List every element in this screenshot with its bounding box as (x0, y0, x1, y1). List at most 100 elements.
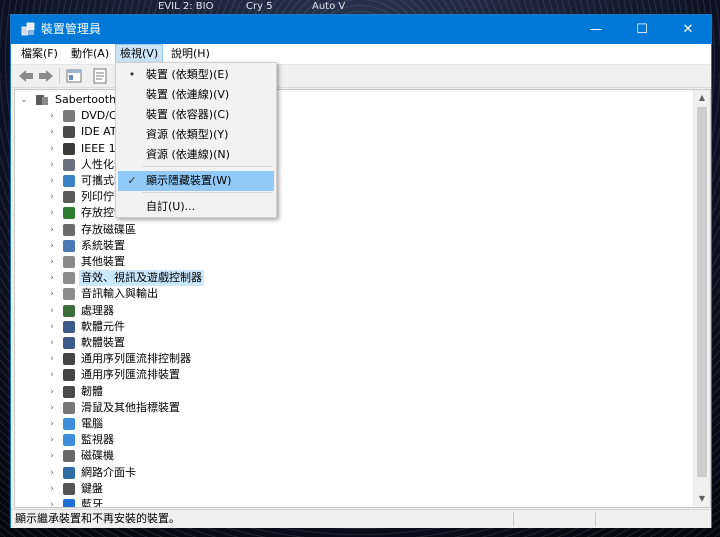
device-category-icon (63, 158, 75, 171)
chevron-right-icon[interactable]: › (47, 286, 57, 302)
chevron-right-icon[interactable]: › (47, 497, 57, 507)
device-category-icon (63, 304, 75, 317)
menu-separator (142, 192, 272, 193)
view-menu-item-label: 顯示隱藏裝置(W) (146, 174, 232, 187)
menu-help[interactable]: 說明(H) (167, 44, 214, 64)
device-category-icon (63, 126, 75, 139)
view-menu-item[interactable]: ✓ 顯示隱藏裝置(W) (118, 171, 274, 191)
chevron-right-icon[interactable]: › (47, 481, 57, 497)
device-category-icon (63, 418, 75, 430)
scroll-up-icon[interactable]: ▲ (694, 90, 710, 106)
device-category-icon (63, 256, 75, 268)
device-category-icon (63, 272, 75, 285)
tree-item-label: 通用序列匯流排控制器 (81, 352, 191, 366)
chevron-right-icon[interactable]: › (47, 222, 57, 238)
device-category-icon (63, 482, 75, 495)
radio-dot-icon: • (128, 68, 136, 81)
chevron-right-icon[interactable]: › (47, 448, 57, 464)
device-category-icon (63, 175, 75, 187)
device-category-icon (63, 401, 75, 414)
menu-view[interactable]: 檢視(V) (115, 44, 164, 64)
chevron-right-icon[interactable]: › (47, 367, 57, 383)
chevron-right-icon[interactable]: › (47, 205, 57, 221)
tree-item-label: 軟體元件 (81, 319, 125, 333)
view-menu-item[interactable]: 資源 (依連線)(N) (118, 145, 274, 165)
back-arrow-icon[interactable] (17, 67, 35, 85)
chevron-right-icon[interactable]: › (47, 432, 57, 448)
device-category-icon (63, 223, 75, 236)
chevron-right-icon[interactable]: › (47, 108, 57, 124)
chevron-right-icon[interactable]: › (47, 189, 57, 205)
chevron-right-icon[interactable]: › (47, 384, 57, 400)
close-button[interactable]: ✕ (665, 15, 711, 44)
chevron-right-icon[interactable]: › (47, 351, 57, 367)
vertical-scrollbar[interactable]: ▲ ▼ (693, 90, 710, 507)
properties-icon[interactable] (91, 67, 109, 85)
chevron-right-icon[interactable]: › (47, 465, 57, 481)
status-text: 顯示繼承裝置和不再安裝的裝置。 (15, 512, 180, 525)
device-category-icon (63, 369, 75, 382)
menu-separator (142, 166, 272, 167)
device-category-icon (63, 239, 75, 252)
tree-item-label: 鍵盤 (81, 481, 103, 495)
device-category-icon (63, 499, 75, 507)
forward-arrow-icon[interactable] (37, 67, 55, 85)
device-category-icon (63, 353, 75, 366)
status-separator (595, 512, 596, 526)
chevron-right-icon[interactable]: › (47, 124, 57, 140)
view-menu-item[interactable]: 裝置 (依容器)(C) (118, 105, 274, 125)
desktop-label-1: EVIL 2: BIO (158, 1, 214, 12)
toolbar-separator (59, 68, 60, 84)
view-menu-item[interactable]: • 裝置 (依類型)(E) (118, 65, 274, 85)
view-menu-item[interactable]: 自訂(U)... (118, 197, 274, 217)
tree-item-label: 存放磁碟區 (81, 222, 136, 236)
device-category-icon (63, 385, 75, 398)
tree-item-label: 處理器 (81, 303, 114, 317)
device-category-icon (63, 466, 75, 479)
tree-item-label: 韌體 (81, 384, 103, 398)
chevron-right-icon[interactable]: › (47, 416, 57, 432)
tree-item-label: 軟體裝置 (81, 336, 125, 349)
device-category-icon (63, 142, 75, 155)
tree-item-label: 監視器 (81, 433, 114, 447)
chevron-right-icon[interactable]: › (47, 173, 57, 189)
minimize-button[interactable]: — (573, 15, 619, 44)
chevron-right-icon[interactable]: › (47, 254, 57, 270)
device-category-icon (63, 434, 75, 447)
tree-item-label: 網路介面卡 (81, 465, 136, 479)
tree-item-label: 音效、視訊及遊戲控制器 (79, 270, 204, 287)
scroll-thumb[interactable] (697, 107, 707, 477)
window-title: 裝置管理員 (41, 22, 102, 36)
device-category-icon (63, 450, 75, 463)
title-bar[interactable]: 裝置管理員 — ☐ ✕ (11, 15, 711, 44)
tree-item-label: 電腦 (81, 417, 103, 430)
chevron-right-icon[interactable]: › (47, 270, 57, 286)
chevron-right-icon[interactable]: › (47, 157, 57, 173)
chevron-right-icon[interactable]: › (47, 141, 57, 157)
device-category-icon (63, 337, 75, 349)
view-menu-item-label: 裝置 (依連線)(V) (146, 88, 230, 101)
desktop-label-3: Auto V (312, 1, 346, 12)
status-bar: 顯示繼承裝置和不再安裝的裝置。 (11, 509, 711, 528)
menu-file[interactable]: 檔案(F) (17, 44, 62, 64)
tree-item-label: 磁碟機 (81, 449, 114, 463)
maximize-button[interactable]: ☐ (619, 15, 665, 44)
view-menu-item-label: 裝置 (依容器)(C) (146, 108, 230, 121)
chevron-right-icon[interactable]: › (47, 335, 57, 351)
console-tree-icon[interactable] (65, 67, 83, 85)
scroll-down-icon[interactable]: ▼ (694, 491, 710, 507)
menu-action[interactable]: 動作(A) (67, 44, 113, 64)
chevron-right-icon[interactable]: › (47, 319, 57, 335)
view-menu-item[interactable]: 裝置 (依連線)(V) (118, 85, 274, 105)
computer-icon (36, 95, 48, 105)
device-category-icon (63, 110, 75, 123)
chevron-down-icon[interactable]: ⌄ (19, 92, 29, 108)
chevron-right-icon[interactable]: › (47, 400, 57, 416)
view-menu-item[interactable]: 資源 (依類型)(Y) (118, 125, 274, 145)
device-category-icon (63, 320, 75, 333)
checkmark-icon: ✓ (127, 174, 137, 187)
tree-item-label: 其他裝置 (81, 255, 125, 268)
chevron-right-icon[interactable]: › (47, 238, 57, 254)
chevron-right-icon[interactable]: › (47, 303, 57, 319)
device-category-icon (63, 191, 75, 204)
